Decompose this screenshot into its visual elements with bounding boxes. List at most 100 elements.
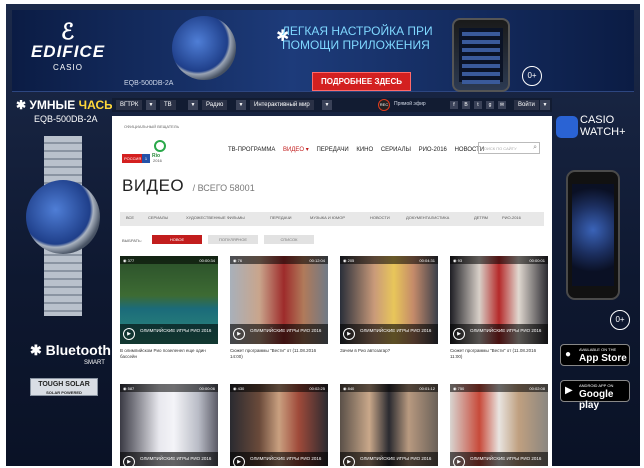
chevron-down-icon[interactable]: ▼: [540, 100, 550, 110]
view-count: 93: [457, 258, 463, 263]
headline-line1: ЛЕГКАЯ НАСТРОЙКА ПРИ: [282, 24, 433, 38]
tab-series[interactable]: СЕРИАЛЫ: [148, 215, 168, 220]
sort-new-button[interactable]: НОВОЕ: [152, 235, 202, 244]
casio-watch-title: CASIO WATCH+: [580, 114, 626, 138]
view-count: 750: [457, 386, 465, 391]
google-big: Google play: [579, 389, 614, 411]
bluetooth-logo: ✱ Bluetooth SMART: [30, 342, 111, 366]
chevron-down-icon[interactable]: ▼: [188, 100, 198, 110]
casio-brand: CASIO: [53, 63, 83, 72]
tab-all[interactable]: ВСЕ: [126, 215, 134, 220]
main-navigation: ТВ-ПРОГРАММА ВИДЕО ▾ ПЕРЕДАЧИ КИНО СЕРИА…: [228, 146, 490, 153]
video-count: / ВСЕГО 58001: [192, 183, 255, 193]
rossiya-text: РОССИЯ: [124, 156, 142, 161]
video-caption: ОЛИМПИЙСКИЕ ИГРЫ РИО 2016: [360, 456, 432, 461]
banner-model: EQB-500DB-2A: [124, 80, 174, 87]
chevron-down-icon[interactable]: ▼: [146, 100, 156, 110]
nav-tv-program[interactable]: ТВ-ПРОГРАММА: [228, 147, 275, 153]
tab-news[interactable]: НОВОСТИ: [370, 215, 390, 220]
mail-icon[interactable]: ✉: [498, 101, 506, 109]
video-thumbnail[interactable]: ◉ 587 00:00:06 ▶ ОЛИМПИЙСКИЕ ИГРЫ РИО 2016: [120, 384, 218, 466]
play-icon[interactable]: ▶: [453, 328, 465, 340]
google-small: ANDROID APP ON: [579, 383, 614, 388]
title-plain: УМНЫЕ: [29, 98, 76, 112]
tab-shows[interactable]: ПЕРЕДАЧИ: [270, 215, 291, 220]
chevron-down-icon[interactable]: ▼: [236, 100, 246, 110]
twitter-icon[interactable]: t: [474, 101, 482, 109]
rio-logo[interactable]: Rio 2016: [150, 140, 170, 164]
video-duration: 00:00:06: [199, 386, 215, 391]
tab-documentary[interactable]: ДОКУМЕНТАЛИСТИКА: [406, 215, 449, 220]
video-title[interactable]: Сюжет программы "Вести" от (11.08.2016 1…: [450, 348, 548, 360]
official-broadcaster-label: ОФИЦИАЛЬНЫЙ ВЕЩАТЕЛЬ: [124, 124, 180, 129]
video-thumbnail[interactable]: ◉ 205 00:04:31 ▶ ОЛИМПИЙСКИЕ ИГРЫ РИО 2016: [340, 256, 438, 344]
google-plus-icon[interactable]: g: [486, 101, 494, 109]
age-rating-badge: 0+: [522, 66, 542, 86]
play-icon[interactable]: ▶: [123, 328, 135, 340]
category-tabs: ВСЕ СЕРИАЛЫ ХУДОЖЕСТВЕННЫЕ ФИЛЬМЫ ПЕРЕДА…: [120, 212, 544, 226]
casio-app-icon: [556, 116, 578, 138]
video-title[interactable]: Сюжет программы "Вести" от (11.08.2016 1…: [230, 348, 328, 360]
video-thumbnail[interactable]: ◉ 430 00:02:25 ▶ ОЛИМПИЙСКИЕ ИГРЫ РИО 2016: [230, 384, 328, 466]
video-thumbnail[interactable]: ◉ 93 00:00:01 ▶ ОЛИМПИЙСКИЕ ИГРЫ РИО 2016: [450, 256, 548, 344]
video-caption: ОЛИМПИЙСКИЕ ИГРЫ РИО 2016: [140, 328, 212, 333]
nav-tv[interactable]: ТВ: [160, 100, 176, 110]
nav-shows[interactable]: ПЕРЕДАЧИ: [316, 147, 348, 153]
nav-series[interactable]: СЕРИАЛЫ: [381, 147, 411, 153]
nav-movies[interactable]: КИНО: [356, 147, 373, 153]
headline-line2: ПОМОЩИ ПРИЛОЖЕНИЯ: [282, 38, 430, 52]
sort-label: ВЫБРАТЬ:: [122, 238, 142, 243]
banner-cta-button[interactable]: ПОДРОБНЕЕ ЗДЕСЬ: [312, 72, 412, 91]
play-icon[interactable]: ▶: [233, 456, 245, 466]
tab-music-humor[interactable]: МУЗЫКА И ЮМОР: [310, 215, 345, 220]
vk-icon[interactable]: В: [462, 101, 470, 109]
live-rec-icon[interactable]: REC: [378, 99, 390, 111]
rossiya-logo[interactable]: РОССИЯ 1: [122, 154, 150, 163]
search-placeholder: ПОИСК ПО САЙТУ: [481, 146, 517, 151]
age-rating-badge: 0+: [610, 310, 630, 330]
facebook-icon[interactable]: f: [450, 101, 458, 109]
page-title: ВИДЕО: [122, 176, 185, 195]
title-line1: CASIO: [580, 114, 615, 126]
nav-rio-2016[interactable]: РИО-2016: [419, 147, 447, 153]
google-play-button[interactable]: ▶ ANDROID APP ON Google play: [560, 380, 630, 411]
right-side-ad[interactable]: CASIO WATCH+ 0+ ● Available on the App S…: [554, 114, 638, 414]
search-input[interactable]: ПОИСК ПО САЙТУ ⌕: [478, 142, 540, 154]
nav-vgtrk[interactable]: ВГТРК: [116, 100, 143, 110]
play-icon[interactable]: ▶: [453, 456, 465, 466]
nav-radio[interactable]: Радио: [202, 100, 228, 110]
video-duration: 00:00:34: [199, 258, 215, 263]
video-title[interactable]: Зачем в Рио автозагар?: [340, 348, 438, 354]
video-caption: ОЛИМПИЙСКИЕ ИГРЫ РИО 2016: [140, 456, 212, 461]
video-thumbnail[interactable]: ◉ 377 00:00:34 ▶ ОЛИМПИЙСКИЕ ИГРЫ РИО 2016: [120, 256, 218, 344]
left-side-ad[interactable]: ✱ УМНЫЕ ЧАСЫ. EQB-500DB-2A ✱ Bluetooth S…: [12, 98, 119, 458]
search-icon[interactable]: ⌕: [533, 144, 537, 152]
video-duration: 00:12:04: [309, 258, 325, 263]
page-header: ВИДЕО / ВСЕГО 58001: [122, 176, 255, 196]
tab-kids[interactable]: ДЕТЯМ: [474, 215, 488, 220]
play-icon[interactable]: ▶: [233, 328, 245, 340]
video-thumbnail[interactable]: ◉ 76 00:12:04 ▶ ОЛИМПИЙСКИЕ ИГРЫ РИО 2016: [230, 256, 328, 344]
login-button[interactable]: Войти: [514, 100, 539, 110]
play-icon[interactable]: ▶: [343, 456, 355, 466]
play-icon[interactable]: ▶: [343, 328, 355, 340]
title-line2: WATCH+: [580, 126, 626, 138]
tab-rio-2016[interactable]: РИО-2016: [502, 215, 521, 220]
view-count: 840: [347, 386, 355, 391]
video-caption: ОЛИМПИЙСКИЕ ИГРЫ РИО 2016: [470, 328, 542, 333]
video-title[interactable]: В олимпийском Рио позеленел еще один бас…: [120, 348, 218, 360]
play-icon[interactable]: ▶: [123, 456, 135, 466]
tab-feature-films[interactable]: ХУДОЖЕСТВЕННЫЕ ФИЛЬМЫ: [186, 215, 245, 220]
sort-list-button[interactable]: СПИСОК: [264, 235, 314, 244]
sort-popular-button[interactable]: ПОПУЛЯРНОЕ: [208, 235, 258, 244]
ad-banner[interactable]: ℰ EDIFICE CASIO EQB-500DB-2A ✱ ЛЕГКАЯ НА…: [12, 10, 634, 92]
video-thumbnail[interactable]: ◉ 840 00:01:12 ▶ ОЛИМПИЙСКИЕ ИГРЫ РИО 2016: [340, 384, 438, 466]
view-count: 205: [347, 258, 355, 263]
app-store-button[interactable]: ● Available on the App Store: [560, 344, 630, 366]
tough-sub: SOLAR POWERED: [46, 390, 82, 395]
nav-video[interactable]: ВИДЕО ▾: [283, 146, 309, 153]
live-broadcast-link[interactable]: Прямой эфир: [394, 101, 426, 107]
chevron-down-icon[interactable]: ▼: [322, 100, 332, 110]
nav-interactive[interactable]: Интерактивный мир: [250, 100, 314, 110]
video-thumbnail[interactable]: ◉ 750 00:02:08 ▶ ОЛИМПИЙСКИЕ ИГРЫ РИО 2016: [450, 384, 548, 466]
